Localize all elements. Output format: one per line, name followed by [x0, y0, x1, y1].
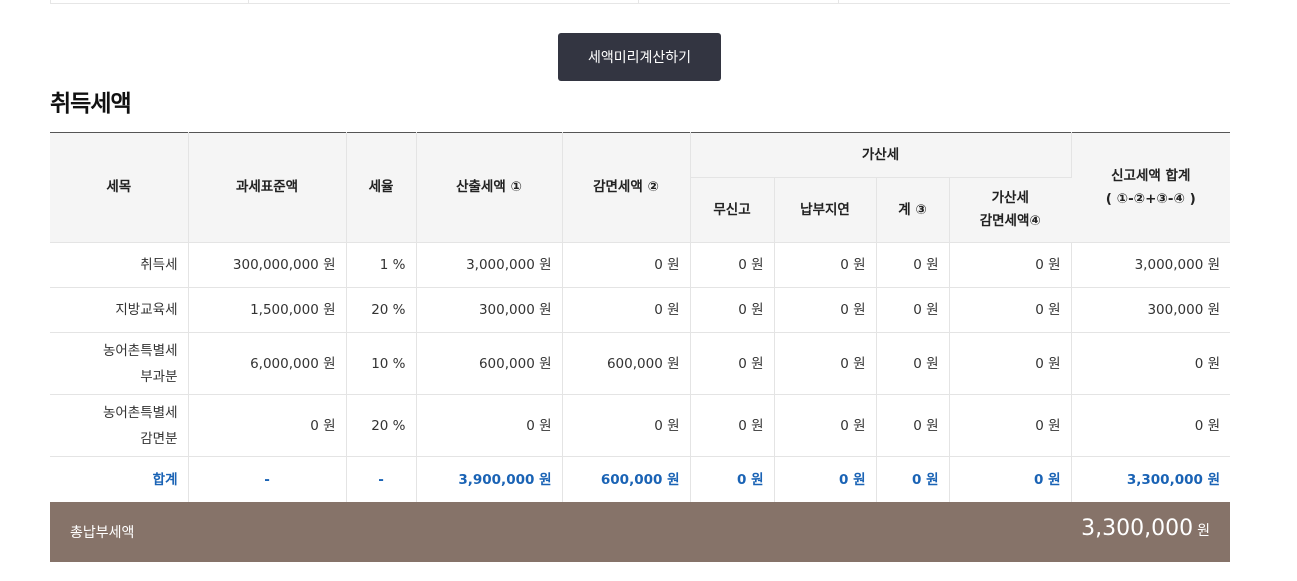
section-title: 취득세액 [50, 91, 132, 117]
total-row: 합계 - - 3,900,000 원 600,000 원 0 원 0 원 0 원… [50, 456, 1230, 503]
cell-late-payment: 0 원 [774, 242, 877, 288]
header-penalty-reduction-line1: 가산세 [991, 190, 1029, 206]
header-report-total-line1: 신고세액 합계 [1111, 167, 1191, 184]
cell-report-total: 0 원 [1071, 394, 1231, 457]
cell-late-payment: 0 원 [774, 332, 877, 395]
header-computed-tax: 산출세액 ① [416, 132, 563, 243]
total-late-payment: 0 원 [774, 456, 877, 503]
header-report-total: 신고세액 합계 ( ①-②+③-④ ) [1071, 132, 1231, 243]
cell-penalty-sum: 0 원 [876, 242, 950, 288]
header-penalty-reduction-line2: 감면세액④ [979, 213, 1041, 229]
cell-late-payment: 0 원 [774, 394, 877, 457]
header-reduction: 감면세액 ② [562, 132, 691, 243]
cell-tax-base: 0 원 [188, 394, 347, 457]
cell-no-report: 0 원 [690, 394, 775, 457]
total-reduction: 600,000 원 [562, 456, 691, 503]
cell-penalty-sum: 0 원 [876, 287, 950, 333]
cell-no-report: 0 원 [690, 287, 775, 333]
header-no-report: 무신고 [690, 177, 775, 243]
table-row: 농어촌특별세 부과분 6,000,000 원 10 % 600,000 원 60… [50, 332, 1231, 395]
cell-penalty-reduction: 0 원 [949, 394, 1072, 457]
cell-reduction: 0 원 [562, 242, 691, 288]
table-row: 지방교육세 1,500,000 원 20 % 300,000 원 0 원 0 원… [50, 287, 1231, 333]
cell-late-payment: 0 원 [774, 287, 877, 333]
total-rate: - [346, 456, 417, 503]
cell-penalty-reduction: 0 원 [949, 332, 1072, 395]
grand-total-value: 3,300,000 원 [1081, 516, 1210, 541]
cell-penalty-reduction: 0 원 [949, 287, 1072, 333]
header-item: 세목 [50, 132, 189, 243]
cell-item-line2: 부과분 [140, 368, 178, 385]
cell-report-total: 0 원 [1071, 332, 1231, 395]
total-penalty-sum: 0 원 [876, 456, 950, 503]
total-computed-tax: 3,900,000 원 [416, 456, 563, 503]
header-penalty-sum: 계 ③ [876, 177, 950, 243]
cell-report-total: 3,000,000 원 [1071, 242, 1231, 288]
header-report-total-line2: ( ①-②+③-④ ) [1105, 190, 1196, 207]
cell-tax-base: 300,000,000 원 [188, 242, 347, 288]
grand-total-label: 총납부세액 [70, 525, 135, 541]
cell-computed-tax: 600,000 원 [416, 332, 563, 395]
cell-computed-tax: 3,000,000 원 [416, 242, 563, 288]
total-penalty-reduction: 0 원 [949, 456, 1072, 503]
grand-total-bar: 총납부세액 3,300,000 원 [50, 502, 1230, 562]
cell-rate: 1 % [346, 242, 417, 288]
cell-item-line1: 농어촌특별세 [102, 342, 178, 359]
total-label: 합계 [50, 456, 189, 503]
cell-no-report: 0 원 [690, 332, 775, 395]
grand-total-amount: 3,300,000 [1081, 516, 1194, 541]
total-tax-base: - [188, 456, 347, 503]
cell-penalty-sum: 0 원 [876, 394, 950, 457]
header-penalty-reduction: 가산세 감면세액④ [949, 177, 1072, 243]
calculate-tax-button[interactable]: 세액미리계산하기 [558, 33, 721, 81]
cell-item-line2: 감면분 [140, 430, 178, 447]
cell-tax-base: 6,000,000 원 [188, 332, 347, 395]
previous-table-bottom-edge [50, 0, 1230, 4]
cell-rate: 20 % [346, 287, 417, 333]
total-report-total: 3,300,000 원 [1126, 471, 1221, 488]
cell-item: 취득세 [50, 242, 189, 288]
table-row: 취득세 300,000,000 원 1 % 3,000,000 원 0 원 0 … [50, 242, 1231, 288]
acquisition-tax-table: 세목 과세표준액 세율 산출세액 ① 감면세액 ② 가산세 신고세액 합계 ( … [50, 132, 1231, 503]
header-tax-base: 과세표준액 [188, 132, 347, 243]
cell-item: 지방교육세 [50, 287, 189, 333]
header-rate: 세율 [346, 132, 417, 243]
total-no-report: 0 원 [690, 456, 775, 503]
cell-report-total: 300,000 원 [1071, 287, 1231, 333]
header-penalty-group: 가산세 [690, 132, 1072, 178]
header-late-payment: 납부지연 [774, 177, 877, 243]
grand-total-unit: 원 [1197, 523, 1210, 539]
cell-rate: 20 % [346, 394, 417, 457]
cell-reduction: 600,000 원 [562, 332, 691, 395]
cell-penalty-sum: 0 원 [876, 332, 950, 395]
cell-computed-tax: 300,000 원 [416, 287, 563, 333]
cell-item-line1: 농어촌특별세 [102, 404, 178, 421]
table-row: 농어촌특별세 감면분 0 원 20 % 0 원 0 원 0 원 0 원 0 원 … [50, 394, 1231, 457]
cell-penalty-reduction: 0 원 [949, 242, 1072, 288]
cell-no-report: 0 원 [690, 242, 775, 288]
cell-item: 농어촌특별세 부과분 [50, 332, 189, 395]
cell-rate: 10 % [346, 332, 417, 395]
cell-reduction: 0 원 [562, 287, 691, 333]
cell-computed-tax: 0 원 [416, 394, 563, 457]
cell-reduction: 0 원 [562, 394, 691, 457]
cell-item: 농어촌특별세 감면분 [50, 394, 189, 457]
cell-tax-base: 1,500,000 원 [188, 287, 347, 333]
